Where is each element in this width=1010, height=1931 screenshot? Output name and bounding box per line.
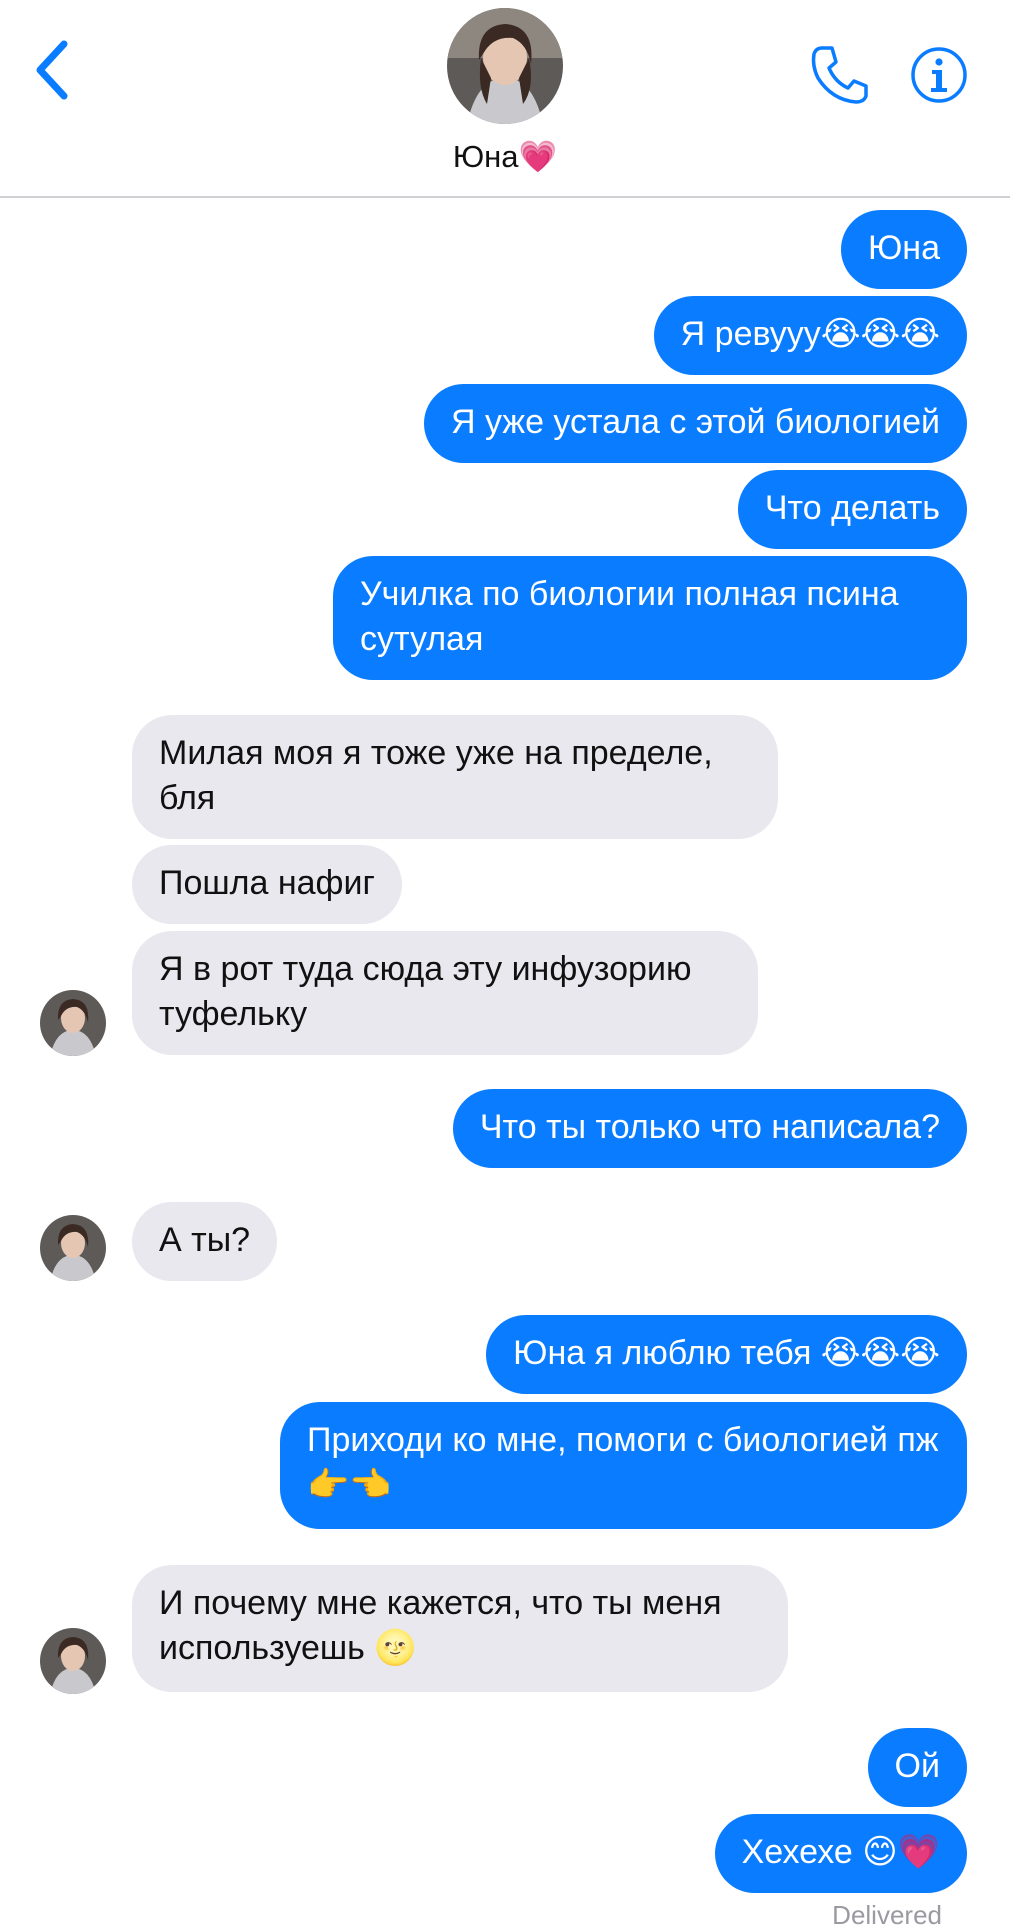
message-bubble-sent[interactable]: Юна я люблю тебя 😭😭😭 [486, 1315, 967, 1394]
message-bubble-received[interactable]: Пошла нафиг [132, 845, 402, 924]
contact-avatar[interactable] [447, 8, 563, 124]
message-bubble-sent[interactable]: Училка по биологии полная псина сутулая [333, 556, 967, 680]
contact-name[interactable]: Юна💗 [0, 138, 1010, 175]
phone-icon[interactable] [808, 42, 868, 106]
message-bubble-sent[interactable]: Я ревууу😭😭😭 [653, 296, 967, 375]
message-bubble-sent[interactable]: Приходи ко мне, помоги с биологией пж👉👈 [280, 1402, 967, 1529]
message-bubble-sent[interactable]: Хехехе 😊💗 [714, 1814, 967, 1893]
message-bubble-received[interactable]: А ты? [132, 1202, 278, 1281]
message-bubble-sent[interactable]: Что делать [737, 470, 967, 549]
message-bubble-sent[interactable]: Я уже устала с этой биологией [423, 384, 967, 463]
delivery-status: Delivered [832, 1900, 942, 1930]
info-icon[interactable] [910, 46, 968, 104]
message-bubble-received[interactable]: Я в рот туда сюда эту инфузорию туфельку [132, 931, 758, 1055]
sender-avatar[interactable] [40, 1215, 106, 1281]
message-bubble-received[interactable]: Милая моя я тоже уже на пределе, бля [132, 715, 778, 839]
message-bubble-sent[interactable]: Юна [840, 210, 967, 289]
message-bubble-sent[interactable]: Что ты только что написала? [452, 1089, 967, 1168]
chevron-left-icon[interactable] [30, 38, 80, 102]
message-bubble-received[interactable]: И почему мне кажется, что ты меня исполь… [132, 1565, 788, 1692]
sender-avatar[interactable] [40, 990, 106, 1056]
sender-avatar[interactable] [40, 1628, 106, 1694]
chat-header: Юна💗 [0, 0, 1010, 198]
message-bubble-sent[interactable]: Ой [867, 1728, 967, 1807]
